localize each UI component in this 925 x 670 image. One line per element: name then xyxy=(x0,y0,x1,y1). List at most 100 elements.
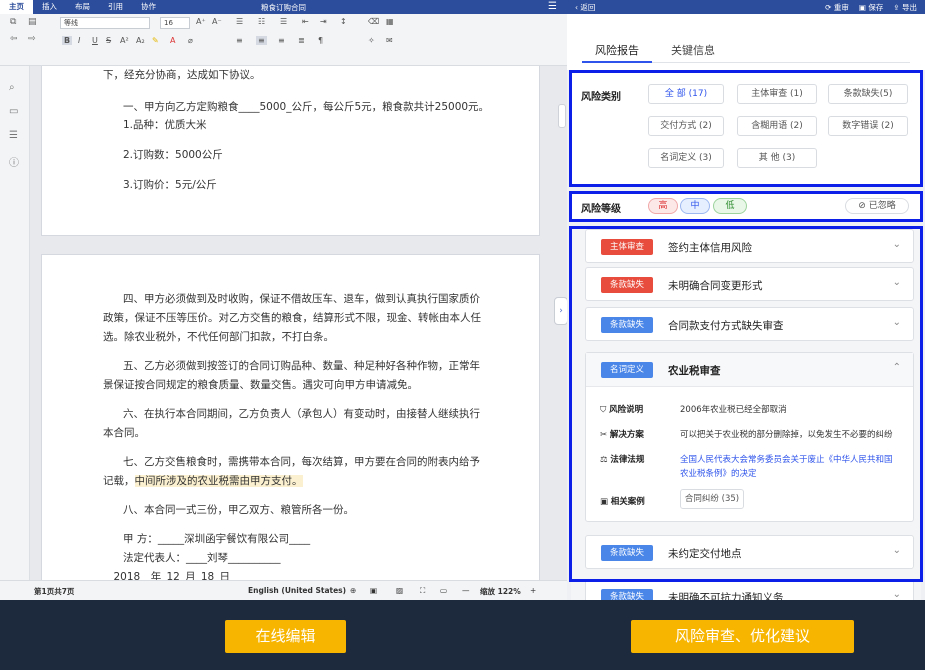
underline-icon[interactable]: U xyxy=(92,36,98,45)
strikethrough-icon[interactable]: S xyxy=(106,36,111,45)
grow-font-icon[interactable]: A⁺ xyxy=(196,17,206,26)
tab-insert[interactable]: 插入 xyxy=(33,0,66,14)
document-canvas: 下，经充分协商，达成如下协议。 一、甲方向乙方定购粮食____5000_公斤，每… xyxy=(30,66,567,580)
doc-line: __2018__年_12_月_18_日 xyxy=(103,571,230,580)
comment-icon[interactable]: ▭ xyxy=(9,106,18,117)
review-topbar: ‹ 返回 ⟳ 重审 ▣ 保存 ⇪ 导出 xyxy=(567,0,925,14)
doc-line: 一、甲方向乙方定购粮食____5000_公斤，每公斤5元，粮食款共计25000元… xyxy=(123,101,490,113)
left-rail: ⌕ ▭ ☰ ⓘ xyxy=(0,66,30,580)
undo-icon[interactable]: ⇦ xyxy=(10,34,18,44)
doc-line: 政策，保证不压等压价。对乙方交售的粮食，结算形式不限，现金、转帐由本人任 xyxy=(103,312,481,324)
highlight-icon[interactable]: ✎ xyxy=(152,36,159,45)
copy-icon[interactable]: ⧉ xyxy=(10,17,16,27)
italic-icon[interactable]: I xyxy=(78,36,80,45)
paste-icon[interactable]: ▤ xyxy=(28,17,37,27)
redo-icon[interactable]: ⇨ xyxy=(28,34,36,44)
info-icon[interactable]: ⓘ xyxy=(9,154,19,169)
highlighted-clause[interactable]: 中间所涉及的农业税需由甲方支付。 xyxy=(134,475,303,487)
doc-line: 选。除农业税外，不代任何部门扣款，不打白条。 xyxy=(103,331,334,343)
fit-page-icon[interactable]: ⛶ xyxy=(420,586,425,596)
shrink-font-icon[interactable]: A⁻ xyxy=(212,17,222,26)
font-size-select[interactable]: 16 xyxy=(160,17,190,29)
zoom-out-button[interactable]: — xyxy=(462,586,470,595)
align-center-icon[interactable]: ≡ xyxy=(256,36,267,45)
mail-icon[interactable]: ✉ xyxy=(386,36,393,45)
doc-line: 3.订购价：5元/公斤 xyxy=(123,179,217,191)
save-button[interactable]: ▣ 保存 xyxy=(859,2,883,13)
doc-line: 八、本合同一式三份，甲乙双方、粮管所各一份。 xyxy=(123,504,354,516)
tab-layout[interactable]: 布局 xyxy=(66,0,99,14)
line-spacing-icon[interactable]: ↕ xyxy=(340,17,347,26)
document-page: 四、甲方必须做到及时收购，保证不借故压车、退车，做到认真执行国家质价 政策，保证… xyxy=(41,254,540,580)
collapse-panel-button[interactable]: › xyxy=(554,297,568,325)
align-left-icon[interactable]: ≡ xyxy=(236,36,243,45)
number-list-icon[interactable]: ☷ xyxy=(258,17,265,26)
rereview-button[interactable]: ⟳ 重审 xyxy=(825,2,849,13)
document-page: 下，经充分协商，达成如下协议。 一、甲方向乙方定购粮食____5000_公斤，每… xyxy=(41,66,540,236)
doc-line: 记载，中间所涉及的农业税需由甲方支付。 xyxy=(103,475,303,487)
highlight-box xyxy=(569,70,923,187)
language-select[interactable]: English (United States) xyxy=(248,586,346,595)
online-edit-label: 在线编辑 xyxy=(225,620,346,653)
tab-home[interactable]: 主页 xyxy=(0,0,33,14)
doc-line: 2.订购数：5000公斤 xyxy=(123,149,223,161)
tab-underline xyxy=(582,61,652,63)
doc-line: 五、乙方必须做到按签订的合同订购品种、数量、种足种好各种作物，正常年 xyxy=(123,360,480,372)
tab-key-info[interactable]: 关键信息 xyxy=(671,42,715,58)
doc-line: 1.品种：优质大米 xyxy=(123,119,207,131)
doc-line: 下，经充分协商，达成如下协议。 xyxy=(103,69,261,81)
font-family-select[interactable]: 等线 xyxy=(60,17,150,29)
multilevel-list-icon[interactable]: ☰ xyxy=(280,17,287,26)
highlight-box xyxy=(569,191,923,222)
bullet-list-icon[interactable]: ☰ xyxy=(236,17,243,26)
fit-width-icon[interactable]: ▭ xyxy=(440,586,447,595)
chevron-right-icon: › xyxy=(559,306,563,316)
justify-icon[interactable]: ≣ xyxy=(298,36,305,45)
formatting-toolbar: ⧉ ▤ ⇦ ⇨ 等线 16 A⁺ A⁻ ☰ ☷ ☰ ⇤ ⇥ ↕ ⌫ ▦ B I … xyxy=(0,14,567,66)
menu-icon[interactable]: ☰ xyxy=(548,1,557,12)
outline-icon[interactable]: ☰ xyxy=(9,130,18,141)
editor-ribbon-tabs: 主页 插入 布局 引用 协作 粮食订购合同 ☰ xyxy=(0,0,567,14)
align-right-icon[interactable]: ≡ xyxy=(278,36,285,45)
track-changes-icon[interactable]: ▨ xyxy=(396,586,403,595)
export-button[interactable]: ⇪ 导出 xyxy=(893,2,917,13)
doc-line: 六、在执行本合同期间，乙方负责人（承包人）有变动时，由接替人继续执行 xyxy=(123,408,480,420)
subscript-icon[interactable]: A₂ xyxy=(136,36,145,45)
indent-increase-icon[interactable]: ⇥ xyxy=(320,17,327,26)
doc-line: 甲 方：_____深圳函宇餐饮有限公司____ xyxy=(123,533,311,545)
eraser-icon[interactable]: ⌫ xyxy=(368,17,379,26)
page-count: 第1页共7页 xyxy=(34,587,75,596)
back-button[interactable]: ‹ 返回 xyxy=(567,2,595,13)
globe-icon[interactable]: ⊕ xyxy=(350,586,356,595)
bold-icon[interactable]: B xyxy=(62,36,73,45)
superscript-icon[interactable]: A² xyxy=(120,36,129,45)
paragraph-icon[interactable]: ¶ xyxy=(318,36,323,45)
refresh-icon: ⟳ xyxy=(825,2,834,12)
doc-line: 七、乙方交售粮食时，需携带本合同，每次结算，甲方要在合同的附表内给予 xyxy=(123,456,480,468)
indent-decrease-icon[interactable]: ⇤ xyxy=(302,17,309,26)
shading-icon[interactable]: ▦ xyxy=(386,17,394,26)
risk-tag: 条款缺失 xyxy=(601,589,653,600)
vertical-scrollbar[interactable] xyxy=(558,104,566,128)
zoom-level: 缩放 122% xyxy=(480,587,521,596)
risk-review-label: 风险审查、优化建议 xyxy=(631,620,854,653)
panel-tabs: 风险报告 关键信息 xyxy=(567,14,925,70)
doc-line: 法定代表人：____刘琴__________ xyxy=(123,552,281,564)
spellcheck-icon[interactable]: ▣ xyxy=(370,586,377,595)
doc-line: 景保证按合同规定的粮食质量、数量交售。遇灾可向甲方申请减免。 xyxy=(103,379,418,391)
doc-line: 四、甲方必须做到及时收购，保证不借故压车、退车，做到认真执行国家质价 xyxy=(123,293,480,305)
tab-references[interactable]: 引用 xyxy=(99,0,132,14)
tab-risk-report[interactable]: 风险报告 xyxy=(595,42,639,58)
risk-item[interactable]: 条款缺失 未明确不可抗力通知义务 ⌄ xyxy=(585,579,914,600)
format-painter-icon[interactable]: ✧ xyxy=(368,36,375,45)
chevron-down-icon[interactable]: ⌄ xyxy=(893,589,901,600)
zoom-in-button[interactable]: + xyxy=(530,586,536,595)
search-icon[interactable]: ⌕ xyxy=(9,82,15,93)
save-icon: ▣ xyxy=(858,2,869,12)
status-bar: 第1页共7页 English (United States) ⊕ ▣ ▨ ⛶ ▭… xyxy=(0,580,567,600)
highlight-box xyxy=(569,226,923,582)
font-color-icon[interactable]: A xyxy=(170,36,175,45)
tab-collaborate[interactable]: 协作 xyxy=(132,0,165,14)
risk-title: 未明确不可抗力通知义务 xyxy=(668,592,784,600)
clear-format-icon[interactable]: ⌀ xyxy=(188,36,193,45)
